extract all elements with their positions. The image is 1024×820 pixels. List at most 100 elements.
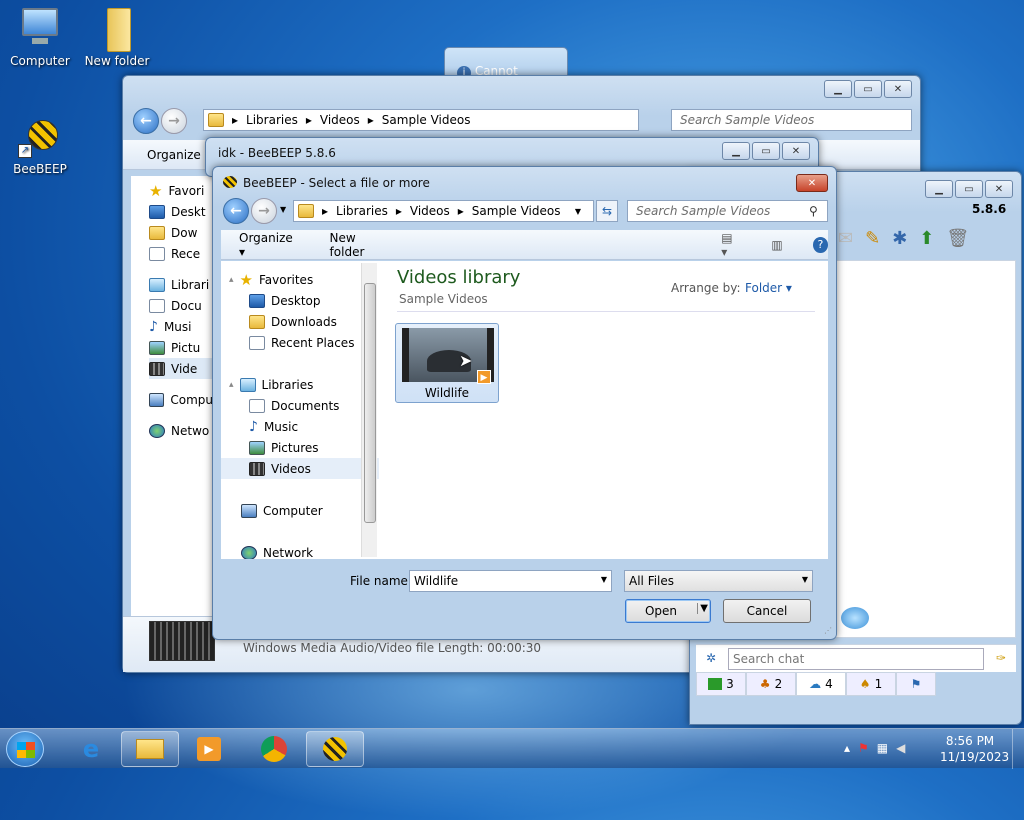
minimize-button[interactable]: ▁ <box>925 180 953 198</box>
resize-grip[interactable]: ⋰ <box>824 626 832 635</box>
desktop-icon-beebeep[interactable]: ↗ BeeBEEP <box>0 114 80 176</box>
upload-icon[interactable]: ⬆ <box>919 228 934 249</box>
broom-icon[interactable]: ✑ <box>996 651 1006 665</box>
taskbar-ie[interactable]: e <box>62 731 120 767</box>
show-hidden-icons[interactable]: ▴ <box>844 741 850 755</box>
chevron-down-icon[interactable]: ▼ <box>575 207 581 216</box>
trash-icon[interactable]: 🗑 <box>946 228 969 249</box>
nav-documents[interactable]: Documents <box>229 395 379 416</box>
search-icon[interactable]: ⚲ <box>809 204 818 218</box>
beebeep-toolbar: ✉ ✎ ✱ ⬆ 🗑 <box>838 228 969 249</box>
nav-network[interactable]: Netwo <box>149 420 213 441</box>
nav-network[interactable]: Network <box>229 542 379 559</box>
chevron-down-icon[interactable]: ▼ <box>601 575 607 584</box>
file-name-input[interactable]: Wildlife ▼ <box>409 570 612 592</box>
chevron-down-icon[interactable]: ▼ <box>802 575 808 584</box>
open-button[interactable]: Open ▼ <box>625 599 711 623</box>
file-item-wildlife[interactable]: ▶ Wildlife <box>395 323 499 403</box>
nav-computer[interactable]: Compu <box>149 389 213 410</box>
volume-icon[interactable]: ◀ <box>896 741 905 755</box>
taskbar-media[interactable]: ▶ <box>180 731 238 767</box>
scrollbar-thumb[interactable] <box>364 283 376 523</box>
help-icon[interactable]: ? <box>812 236 828 253</box>
taskbar-chrome[interactable] <box>245 731 303 767</box>
history-dropdown-icon[interactable]: ▼ <box>280 205 286 214</box>
back-button[interactable]: ← <box>223 198 249 224</box>
explorer-search-input[interactable]: Search Sample Videos <box>671 109 912 131</box>
nav-videos[interactable]: Videos <box>221 458 379 479</box>
maximize-button[interactable]: ▭ <box>854 80 882 98</box>
tab-people[interactable]: ♠ 1 <box>846 672 896 696</box>
nav-music[interactable]: ♪ Music <box>229 416 379 437</box>
breadcrumb-libraries[interactable]: Libraries <box>336 204 388 218</box>
organize-button[interactable]: Organize <box>147 148 201 162</box>
refresh-button[interactable]: ⇆ <box>596 200 618 222</box>
dialog-title: BeeBEEP - Select a file or more <box>243 176 430 190</box>
edit-icon[interactable]: ✎ <box>865 228 880 249</box>
nav-desktop[interactable]: Desktop <box>229 290 379 311</box>
nav-pictures[interactable]: Pictu <box>149 337 213 358</box>
taskbar-explorer[interactable] <box>121 731 179 767</box>
nav-desktop[interactable]: Deskt <box>149 201 213 222</box>
explorer-address-bar[interactable]: ▸ Libraries ▸ Videos ▸ Sample Videos <box>203 109 639 131</box>
new-folder-button[interactable]: New folder <box>330 231 392 259</box>
chevron-down-icon[interactable]: ▼ <box>697 603 708 614</box>
cancel-button[interactable]: Cancel <box>723 599 811 623</box>
start-button[interactable] <box>6 731 44 767</box>
taskbar-beebeep[interactable] <box>306 731 364 767</box>
network-icon[interactable]: ▦ <box>877 741 888 755</box>
file-type-select[interactable]: All Files ▼ <box>624 570 813 592</box>
breadcrumb-videos[interactable]: Videos <box>410 204 450 218</box>
breadcrumb-videos[interactable]: Videos <box>320 113 360 127</box>
close-button[interactable]: ✕ <box>884 80 912 98</box>
desktop-icon-computer[interactable]: Computer <box>0 6 80 68</box>
dialog-search-input[interactable]: Search Sample Videos <box>627 200 828 222</box>
close-button[interactable]: ✕ <box>985 180 1013 198</box>
arrange-by-dropdown[interactable]: Folder ▾ <box>745 281 792 295</box>
close-button[interactable]: ✕ <box>796 174 828 192</box>
close-button[interactable]: ✕ <box>782 142 810 160</box>
nav-libraries[interactable]: ▴ Libraries <box>229 374 379 395</box>
nav-favorites[interactable]: ▴ ★ Favorites <box>229 269 379 290</box>
organize-button[interactable]: Organize ▾ <box>239 231 300 259</box>
note-icon[interactable]: ✉ <box>838 228 853 249</box>
library-title: Videos library <box>397 267 521 288</box>
nav-libraries[interactable]: Librari <box>149 274 213 295</box>
minimize-button[interactable]: ▁ <box>824 80 852 98</box>
nav-recent-places[interactable]: Recent Places <box>229 332 379 353</box>
nav-pictures[interactable]: Pictures <box>229 437 379 458</box>
tab-groups[interactable]: ♣ 2 <box>746 672 796 696</box>
show-desktop-button[interactable] <box>1012 729 1024 769</box>
nav-downloads[interactable]: Downloads <box>229 311 379 332</box>
preview-pane-icon[interactable]: ▥ <box>771 238 782 252</box>
nav-favorites[interactable]: ★ Favori <box>149 180 213 201</box>
search-chat-input[interactable]: Search chat <box>728 648 984 670</box>
maximize-button[interactable]: ▭ <box>955 180 983 198</box>
forward-button[interactable]: → <box>161 108 187 134</box>
breadcrumb-sample-videos[interactable]: Sample Videos <box>472 204 561 218</box>
minimize-button[interactable]: ▁ <box>722 142 750 160</box>
nav-music[interactable]: ♪ Musi <box>149 316 213 337</box>
tools-icon[interactable]: ✱ <box>892 228 907 249</box>
forward-button[interactable]: → <box>251 198 277 224</box>
breadcrumb-libraries[interactable]: Libraries <box>246 113 298 127</box>
action-center-icon[interactable]: ⚑ <box>858 741 869 755</box>
nav-videos[interactable]: Vide <box>149 358 213 379</box>
gear-icon[interactable]: ✲ <box>706 651 716 665</box>
nav-downloads[interactable]: Dow <box>149 222 213 243</box>
file-dialog[interactable]: BeeBEEP - Select a file or more ✕ ← → ▼ … <box>212 166 837 640</box>
nav-documents[interactable]: Docu <box>149 295 213 316</box>
tab-share[interactable]: ⚑ <box>896 672 936 696</box>
tab-chats[interactable]: ☁ 4 <box>796 672 846 696</box>
desktop-icon-new-folder[interactable]: New folder <box>77 6 157 68</box>
nav-recent[interactable]: Rece <box>149 243 213 264</box>
clock[interactable]: 8:56 PM 11/19/2023 <box>940 733 1009 765</box>
dialog-address-bar[interactable]: ▸ Libraries ▸ Videos ▸ Sample Videos ▼ <box>293 200 594 222</box>
breadcrumb-sample-videos[interactable]: Sample Videos <box>382 113 471 127</box>
nav-computer[interactable]: Computer <box>229 500 379 521</box>
maximize-button[interactable]: ▭ <box>752 142 780 160</box>
view-icon[interactable]: ▤ ▾ <box>721 231 741 259</box>
back-button[interactable]: ← <box>133 108 159 134</box>
nav-scrollbar[interactable] <box>361 263 377 557</box>
tab-users-online[interactable]: 3 <box>696 672 746 696</box>
